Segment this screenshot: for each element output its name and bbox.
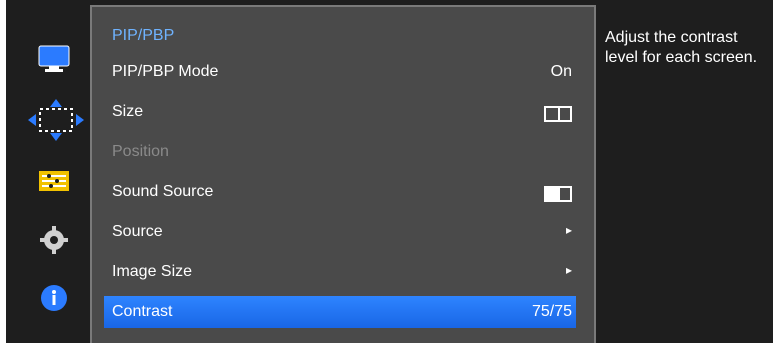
menu-item-label: Position — [112, 143, 169, 160]
menu-item-label: PIP/PBP Mode — [112, 63, 219, 80]
menu-item-position: Position — [104, 136, 576, 168]
monitor-icon-svg — [38, 45, 70, 72]
sound-source-icon — [544, 186, 572, 202]
chevron-right-icon: ▸ — [565, 223, 572, 237]
gear-icon[interactable] — [36, 222, 72, 258]
chevron-right-icon: ▸ — [565, 263, 572, 277]
arrows-move-icon[interactable] — [16, 92, 96, 148]
menu-item-label: Image Size — [112, 263, 193, 280]
split-screen-icon — [544, 106, 572, 122]
menu-item-label: Size — [112, 103, 144, 120]
monitor-icon[interactable] — [34, 42, 74, 76]
menu-item-source[interactable]: Source ▸ — [104, 216, 576, 248]
info-icon-svg — [41, 285, 67, 311]
help-text: Adjust the contrast level for each scree… — [605, 29, 758, 66]
menu-item-label: Source — [112, 223, 163, 240]
menu-item-pip-pbp-mode[interactable]: PIP/PBP Mode On — [104, 56, 576, 88]
menu-title: PIP/PBP — [112, 27, 175, 44]
menu-item-label: Contrast — [112, 303, 173, 320]
sliders-icon[interactable] — [36, 170, 72, 192]
menu-item-image-size[interactable]: Image Size ▸ — [104, 256, 576, 288]
sliders-icon-svg — [39, 171, 69, 191]
menu-item-value: 75/75 — [531, 303, 572, 320]
arrows-move-icon-svg — [28, 99, 84, 141]
menu-item-value: On — [550, 63, 572, 80]
menu-item-size[interactable]: Size — [104, 96, 576, 128]
menu-item-label: Sound Source — [112, 183, 214, 200]
menu-item-sound-source[interactable]: Sound Source — [104, 176, 576, 208]
info-icon[interactable] — [36, 280, 72, 316]
menu-item-contrast[interactable]: Contrast 75/75 — [104, 296, 576, 328]
gear-icon-svg — [40, 226, 68, 254]
